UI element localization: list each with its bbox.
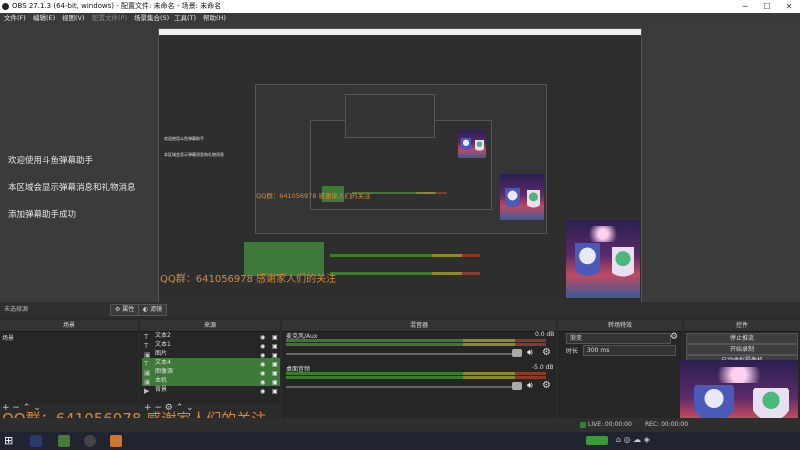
scenes-dock: 场景 bbox=[0, 331, 138, 404]
audio-meter bbox=[286, 372, 546, 375]
window-title: OBS 27.1.3 (64-bit, windows) - 配置文件: 未命名… bbox=[12, 2, 222, 10]
obs-taskbar-icon[interactable] bbox=[84, 435, 96, 447]
duration-field[interactable]: 300 ms bbox=[583, 345, 676, 356]
nested-game-preview-2 bbox=[500, 174, 544, 220]
volume-slider-handle[interactable] bbox=[512, 349, 522, 357]
nested-preview-4 bbox=[345, 94, 435, 138]
app-icon[interactable] bbox=[58, 435, 70, 447]
minimize-icon[interactable]: ─ bbox=[734, 0, 756, 13]
menu-bar: 文件(F) 编辑(E) 视图(V) 配置文件(P) 场景集合(S) 工具(T) … bbox=[0, 13, 800, 24]
visibility-eye-icon[interactable]: ◉ ◉ ◉ ◉ ◉ ◉ ◉ bbox=[260, 333, 265, 396]
cpu-indicator bbox=[586, 436, 608, 445]
live-status: LIVE: 00:00:00 bbox=[588, 421, 632, 428]
properties-button[interactable]: ⚙ 属性 bbox=[110, 304, 140, 316]
gear-icon[interactable]: ⚙ bbox=[542, 347, 551, 358]
title-bar: OBS 27.1.3 (64-bit, windows) - 配置文件: 未命名… bbox=[0, 0, 800, 13]
obs-logo-icon bbox=[2, 3, 9, 10]
stream-health-icon bbox=[580, 422, 586, 428]
duration-label: 时长 bbox=[566, 348, 579, 355]
rec-status: REC: 00:00:00 bbox=[645, 421, 689, 428]
menu-view[interactable]: 视图(V) bbox=[62, 13, 85, 24]
nested-meter bbox=[330, 272, 480, 275]
nested-chat-message: 本区域会显示弹幕消息和礼物消息 bbox=[164, 152, 224, 157]
volume-slider[interactable] bbox=[286, 386, 512, 388]
gear-icon[interactable]: ⚙ bbox=[542, 380, 551, 391]
speaker-icon[interactable]: 🔊︎ bbox=[527, 381, 533, 391]
filters-button[interactable]: ◐ 滤镜 bbox=[138, 304, 168, 316]
nested-meter bbox=[330, 254, 480, 257]
menu-file[interactable]: 文件(F) bbox=[4, 13, 26, 24]
source-type-icons: T T ▣ T ▣ ▣ ▶ bbox=[144, 333, 151, 395]
no-source-label: 未选择源 bbox=[4, 306, 29, 313]
menu-edit[interactable]: 编辑(E) bbox=[33, 13, 55, 24]
taskbar: ⊞ ⌂ ◎ ☁ ◈ bbox=[0, 432, 800, 450]
menu-scene-collection[interactable]: 场景集合(S) bbox=[134, 13, 169, 24]
windows-start-icon[interactable]: ⊞ bbox=[4, 435, 16, 447]
nested-game-preview-1 bbox=[566, 220, 640, 298]
nested-game-preview-3 bbox=[458, 130, 486, 158]
nested-chat-message: 欢迎使用斗鱼弹幕助手 bbox=[164, 136, 204, 141]
chat-message: 添加弹幕助手成功 bbox=[8, 210, 77, 220]
start-recording-button[interactable]: 开始录制 bbox=[686, 344, 798, 355]
speaker-icon[interactable]: 🔊︎ bbox=[527, 348, 533, 358]
mixer-channel-db: 0.0 dB bbox=[535, 331, 555, 338]
gear-icon[interactable]: ⚙ bbox=[670, 332, 678, 342]
preview-canvas[interactable]: 欢迎使用斗鱼弹幕助手 本区域会显示弹幕消息和礼物消息 添加弹幕助手成功 欢迎使用… bbox=[0, 24, 800, 306]
lock-icon[interactable]: ▣ ▣ ▣ ▣ ▣ ▣ ▣ bbox=[272, 333, 278, 396]
nested-qq-overlay: QQ群：641056978 感谢家人们的关注 bbox=[256, 192, 371, 200]
nested-qq-overlay: QQ群：641056978 感谢家人们的关注 bbox=[160, 274, 337, 285]
volume-slider-handle[interactable] bbox=[512, 382, 522, 390]
maximize-icon[interactable]: ☐ bbox=[756, 0, 778, 13]
status-bar: LIVE: 00:00:00 REC: 00:00:00 bbox=[0, 418, 800, 432]
app-icon[interactable] bbox=[110, 435, 122, 447]
volume-slider[interactable] bbox=[286, 353, 512, 355]
stop-streaming-button[interactable]: 停止推流 bbox=[686, 333, 798, 344]
chat-message: 本区域会显示弹幕消息和礼物消息 bbox=[8, 183, 136, 193]
audio-meter bbox=[286, 376, 546, 379]
transition-select[interactable]: 渐变 bbox=[566, 333, 671, 344]
audio-meter bbox=[286, 343, 546, 346]
menu-help[interactable]: 帮助(H) bbox=[203, 13, 226, 24]
audio-meter bbox=[286, 339, 546, 342]
chat-message: 欢迎使用斗鱼弹幕助手 bbox=[8, 156, 94, 166]
tray-icons[interactable]: ⌂ ◎ ☁ ◈ bbox=[616, 435, 650, 444]
mixer-channel-db: -5.0 dB bbox=[532, 364, 554, 371]
menu-tools[interactable]: 工具(T) bbox=[174, 13, 196, 24]
source-toolbar: 未选择源 ⚙ 属性 ◐ 滤镜 bbox=[0, 302, 800, 317]
app-icon[interactable] bbox=[30, 435, 42, 447]
scene-item[interactable]: 场景 bbox=[2, 333, 14, 342]
close-icon[interactable]: ✕ bbox=[778, 0, 800, 13]
menu-profile[interactable]: 配置文件(P) bbox=[92, 13, 127, 24]
